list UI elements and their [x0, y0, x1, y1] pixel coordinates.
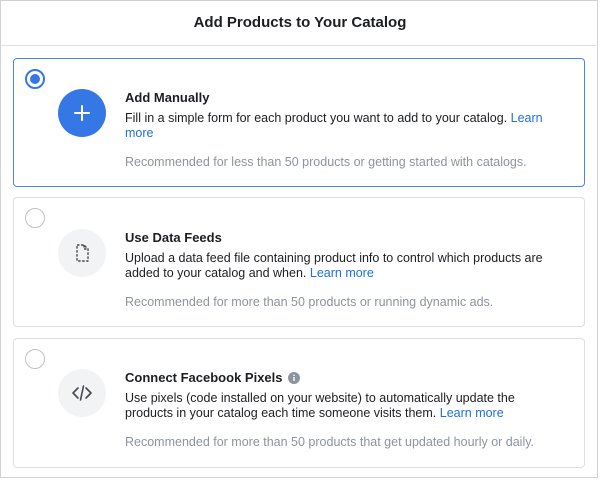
radio-add-manually[interactable] [25, 69, 45, 89]
option-connect-facebook-pixels[interactable]: Connect Facebook Pixels Use pixels (code… [13, 338, 585, 468]
option-description: Fill in a simple form for each product y… [125, 111, 543, 140]
option-description: Upload a data feed file containing produ… [125, 251, 543, 280]
radio-use-data-feeds[interactable] [25, 208, 45, 228]
learn-more-link[interactable]: Learn more [310, 266, 374, 280]
option-note: Recommended for less than 50 products or… [125, 155, 527, 169]
info-icon[interactable] [287, 371, 300, 384]
option-description: Use pixels (code installed on your websi… [125, 391, 515, 420]
option-note: Recommended for more than 50 products or… [125, 295, 494, 309]
code-icon [58, 369, 106, 417]
title-divider [1, 45, 598, 46]
option-title: Use Data Feeds [125, 230, 222, 245]
plus-icon [58, 89, 106, 137]
option-title: Add Manually [125, 90, 210, 105]
document-icon [58, 229, 106, 277]
radio-connect-facebook-pixels[interactable] [25, 349, 45, 369]
option-add-manually[interactable]: Add Manually Fill in a simple form for e… [13, 58, 585, 187]
dialog-title: Add Products to Your Catalog [193, 14, 407, 31]
option-title: Connect Facebook Pixels [125, 370, 560, 385]
option-note: Recommended for more than 50 products th… [125, 435, 535, 449]
learn-more-link[interactable]: Learn more [440, 406, 504, 420]
option-use-data-feeds[interactable]: Use Data Feeds Upload a data feed file c… [13, 197, 585, 327]
